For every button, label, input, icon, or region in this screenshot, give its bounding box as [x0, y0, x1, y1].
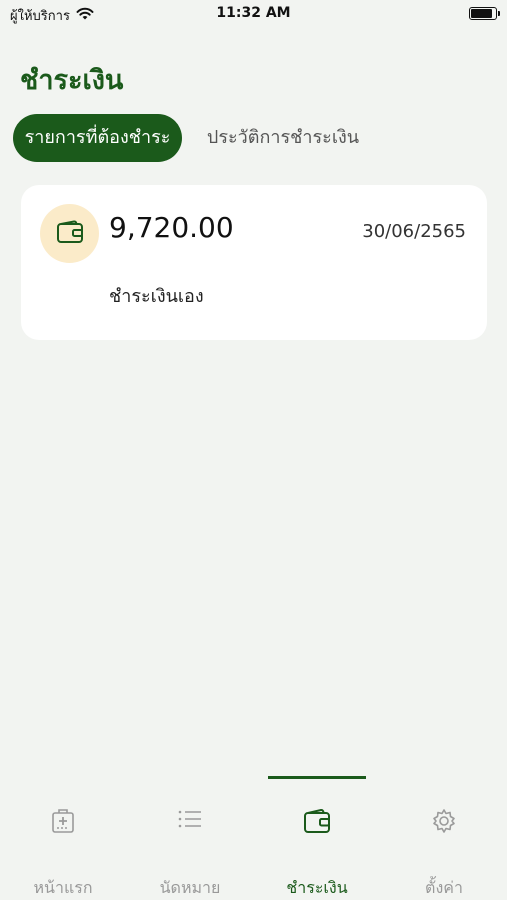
nav-label-home: หน้าแรก — [33, 878, 93, 897]
bill-amount: 9,720.00 — [109, 211, 234, 244]
tab-pending-payments[interactable]: รายการที่ต้องชำระ — [13, 114, 182, 162]
status-bar: ผู้ให้บริการ 11:32 AM — [0, 0, 507, 30]
list-icon — [127, 808, 253, 830]
bill-card[interactable]: 9,720.00 30/06/2565 ชำระเงินเอง — [21, 185, 487, 340]
bill-icon-badge — [40, 204, 99, 263]
hospital-icon — [0, 808, 126, 834]
nav-active-indicator — [268, 776, 366, 779]
nav-item-payment[interactable]: ชำระเงิน — [254, 800, 380, 900]
battery-icon — [469, 7, 500, 20]
nav-label-payment: ชำระเงิน — [286, 878, 348, 897]
battery-level — [471, 9, 492, 18]
tab-payment-history[interactable]: ประวัติการชำระเงิน — [194, 114, 372, 162]
nav-label-settings: ตั้งค่า — [425, 878, 463, 897]
page-title: ชำระเงิน — [20, 65, 124, 96]
nav-item-home[interactable]: หน้าแรก — [0, 800, 126, 900]
status-time: 11:32 AM — [216, 5, 291, 21]
nav-item-settings[interactable]: ตั้งค่า — [381, 800, 507, 900]
wallet-icon — [56, 220, 84, 248]
gear-icon — [381, 808, 507, 834]
nav-label-appointments: นัดหมาย — [159, 878, 221, 897]
bill-payment-method: ชำระเงินเอง — [109, 286, 204, 307]
nav-item-appointments[interactable]: นัดหมาย — [127, 800, 253, 900]
bill-due-date: 30/06/2565 — [362, 221, 466, 242]
payment-screen: ผู้ให้บริการ 11:32 AM ชำระเงิน รายการที่… — [0, 0, 507, 900]
wallet-icon — [254, 808, 380, 834]
